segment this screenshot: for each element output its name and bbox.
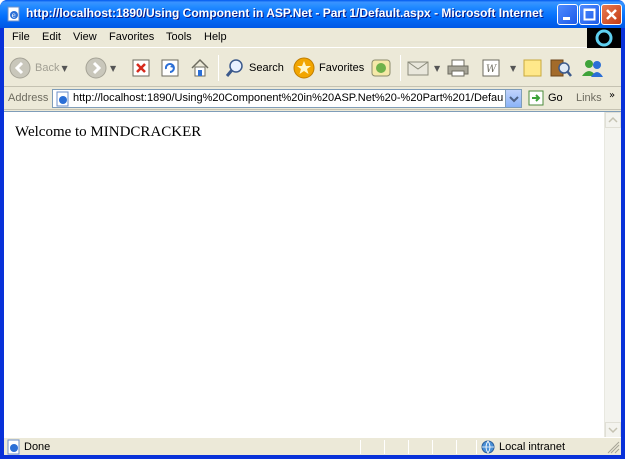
window-title: http://localhost:1890/Using Component in… xyxy=(26,6,546,20)
welcome-text: Welcome to MINDCRACKER xyxy=(15,124,202,140)
standard-toolbar: Back ▼ ▼ Search Favorites ▼ W ▼ xyxy=(4,49,621,87)
scroll-down-button[interactable] xyxy=(605,422,621,438)
ie-page-icon xyxy=(7,439,20,455)
minimize-button[interactable] xyxy=(557,4,578,25)
messenger-people-icon xyxy=(582,60,603,77)
search-button[interactable]: Search xyxy=(224,53,284,83)
note-icon xyxy=(523,59,542,77)
menu-help[interactable]: Help xyxy=(204,31,227,43)
ie-page-icon xyxy=(56,91,69,107)
scroll-up-button[interactable] xyxy=(605,112,621,128)
stop-button[interactable] xyxy=(131,53,151,83)
page-content: Welcome to MINDCRACKER xyxy=(4,111,621,438)
favorites-label: Favorites xyxy=(319,62,365,74)
maximize-icon xyxy=(583,8,596,21)
media-button[interactable] xyxy=(370,53,392,83)
status-divider xyxy=(360,440,361,454)
status-divider xyxy=(408,440,409,454)
favorites-button[interactable]: Favorites xyxy=(292,53,364,83)
printer-icon xyxy=(447,59,469,77)
refresh-button[interactable] xyxy=(160,53,180,83)
intranet-globe-icon xyxy=(481,440,495,454)
chevron-down-icon[interactable]: ▼ xyxy=(110,64,116,73)
home-icon xyxy=(191,58,209,77)
window-body: File Edit View Favorites Tools Help Back xyxy=(4,28,621,455)
url-input[interactable] xyxy=(73,92,503,104)
address-dropdown-button[interactable] xyxy=(505,90,521,107)
browser-window: e http://localhost:1890/Using Component … xyxy=(0,0,625,459)
home-button[interactable] xyxy=(189,53,211,83)
menu-edit[interactable]: Edit xyxy=(42,31,61,43)
links-button[interactable]: Links xyxy=(576,92,602,104)
status-divider xyxy=(432,440,433,454)
status-divider xyxy=(384,440,385,454)
research-button[interactable] xyxy=(549,53,573,83)
address-bar: Address Go Links » xyxy=(4,88,621,110)
back-arrow-icon xyxy=(9,57,31,79)
favorites-star-icon xyxy=(293,57,315,79)
menu-file[interactable]: File xyxy=(12,31,30,43)
chevron-down-icon[interactable]: ▼ xyxy=(510,64,516,73)
menu-view[interactable]: View xyxy=(73,31,97,43)
forward-button[interactable]: ▼ xyxy=(84,53,116,83)
status-bar: Done Local intranet xyxy=(4,437,621,455)
edit-word-button[interactable]: W ▼ xyxy=(480,53,516,83)
minimize-icon xyxy=(563,17,570,20)
media-icon xyxy=(371,59,391,77)
discuss-button[interactable] xyxy=(522,53,544,83)
search-icon xyxy=(225,59,243,77)
messenger-button[interactable] xyxy=(580,53,606,83)
go-label: Go xyxy=(548,92,563,104)
svg-text:e: e xyxy=(12,12,16,20)
chevron-right-icon[interactable]: » xyxy=(609,90,615,101)
address-label: Address xyxy=(8,92,49,104)
forward-arrow-icon xyxy=(85,57,107,79)
go-button[interactable]: Go xyxy=(528,90,563,106)
chevron-up-icon xyxy=(608,116,618,123)
close-button[interactable] xyxy=(601,4,622,25)
menu-bar: File Edit View Favorites Tools Help xyxy=(4,28,621,48)
menu-tools[interactable]: Tools xyxy=(166,31,192,43)
word-document-icon: W xyxy=(482,59,500,77)
print-button[interactable] xyxy=(446,53,470,83)
maximize-button[interactable] xyxy=(579,4,600,25)
close-icon xyxy=(606,9,617,20)
back-button[interactable]: Back ▼ xyxy=(8,53,68,83)
status-divider xyxy=(476,440,477,454)
chevron-down-icon[interactable]: ▼ xyxy=(61,64,67,73)
windows-logo-icon xyxy=(587,28,621,48)
stop-icon xyxy=(132,59,150,77)
search-label: Search xyxy=(249,62,284,74)
security-zone-text: Local intranet xyxy=(499,441,566,453)
back-label: Back xyxy=(35,62,60,74)
mail-icon xyxy=(407,61,429,76)
chevron-down-icon[interactable]: ▼ xyxy=(434,64,440,73)
toolbar-separator xyxy=(400,55,401,81)
chevron-down-icon xyxy=(509,96,519,103)
toolbar-separator xyxy=(218,55,219,81)
mail-button[interactable]: ▼ xyxy=(406,53,440,83)
go-arrow-icon xyxy=(528,90,544,106)
title-bar[interactable]: e http://localhost:1890/Using Component … xyxy=(0,0,625,28)
vertical-scrollbar[interactable] xyxy=(604,112,621,438)
resize-grip-icon[interactable] xyxy=(607,441,620,454)
status-text: Done xyxy=(24,441,51,453)
chevron-down-icon xyxy=(608,427,618,434)
address-field[interactable] xyxy=(52,89,522,108)
ie-page-icon: e xyxy=(7,6,20,22)
svg-text:W: W xyxy=(486,64,497,75)
status-divider xyxy=(456,440,457,454)
research-icon xyxy=(550,59,572,77)
menu-favorites[interactable]: Favorites xyxy=(109,31,154,43)
refresh-icon xyxy=(161,59,179,77)
